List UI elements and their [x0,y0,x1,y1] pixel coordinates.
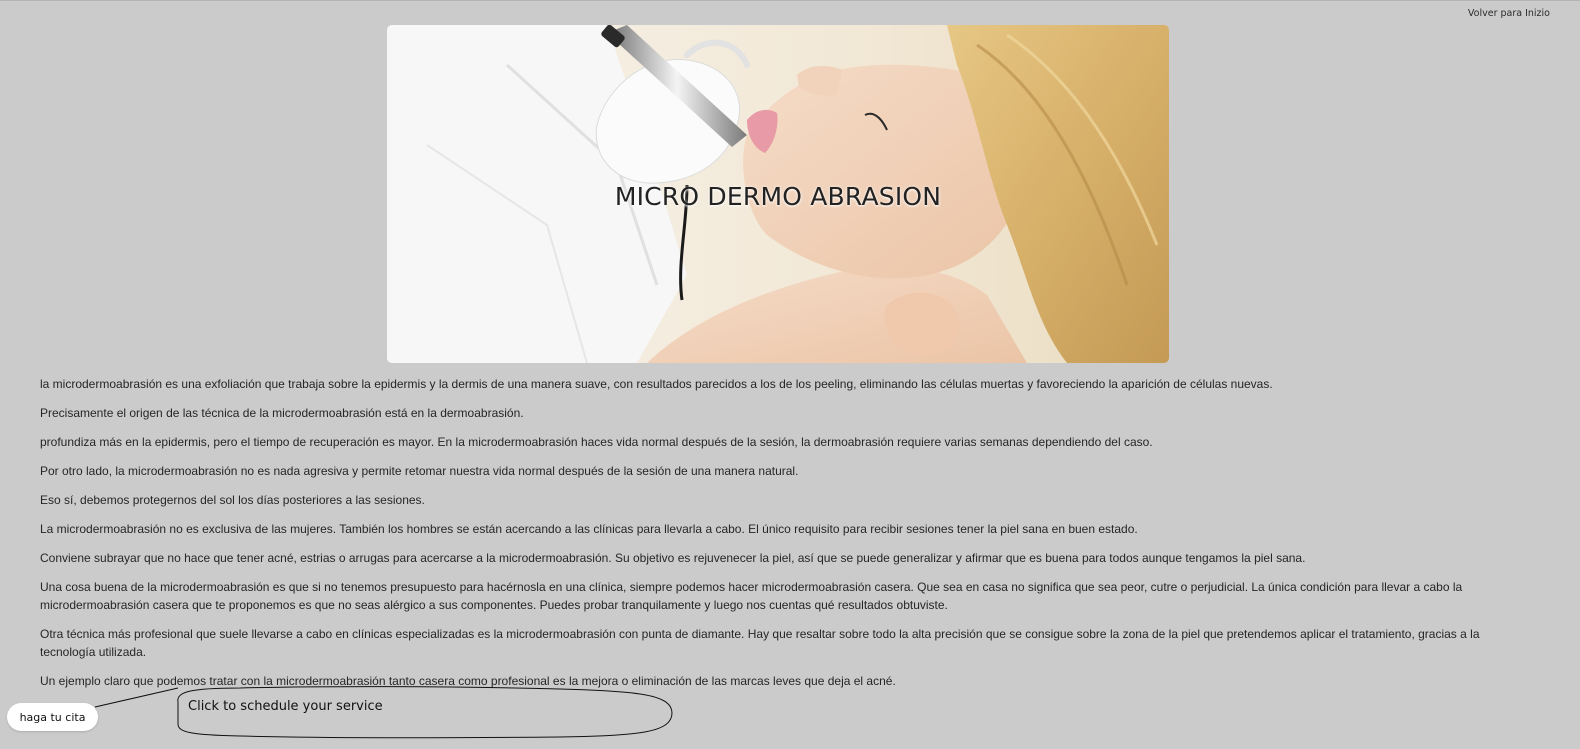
article-paragraph: Una cosa buena de la microdermoabrasión … [40,580,1463,612]
page-title: MICRO DERMO ABRASION [614,182,942,211]
callout-text: Click to schedule your service [188,699,383,714]
speech-bubble-callout [94,686,673,739]
top-divider [0,0,1580,1]
article-paragraph: la microdermoabrasión es una exfoliación… [40,377,1273,391]
article-paragraph: Eso sí, debemos protegernos del sol los … [40,493,425,507]
back-to-home-link[interactable]: Volver para Inizio [1468,8,1550,19]
article-paragraph: La microdermoabrasión no es exclusiva de… [40,522,1138,536]
article-paragraph: profundiza más en la epidermis, pero el … [40,435,1153,449]
article-body: la microdermoabrasión es una exfoliación… [40,375,1480,701]
article-paragraph: Otra técnica más profesional que suele l… [40,627,1480,659]
article-paragraph: Por otro lado, la microdermoabrasión no … [40,464,799,478]
schedule-appointment-button[interactable]: haga tu cita [7,703,98,731]
hero-banner: MICRO DERMO ABRASION [387,25,1169,363]
article-paragraph: Conviene subrayar que no hace que tener … [40,551,1306,565]
article-paragraph: Precisamente el origen de las técnica de… [40,406,524,420]
